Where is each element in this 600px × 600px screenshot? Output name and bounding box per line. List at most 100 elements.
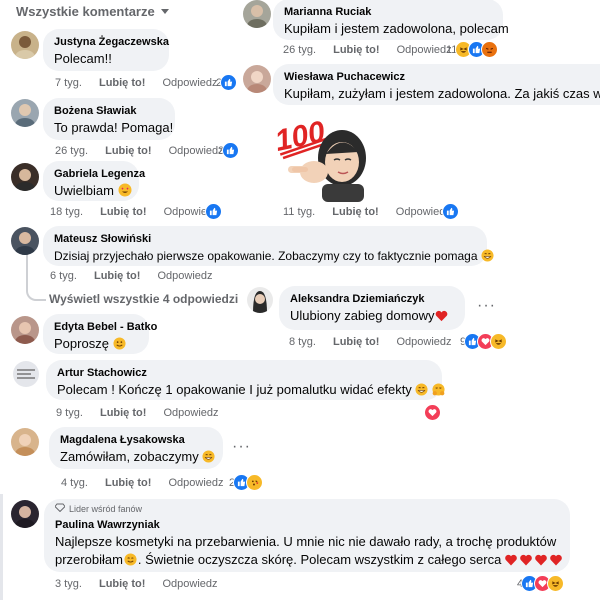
comment-actions: 8 tyg. Lubię to! Odpowiedz [289,336,466,348]
avatar[interactable] [13,361,39,387]
comment-bubble: Mateusz Słowiński Dzisiaj przyjechało pi… [43,226,494,266]
like-button[interactable]: Lubię to! [100,206,146,218]
avatar[interactable] [11,316,39,344]
like-button[interactable]: Lubię to! [105,477,151,489]
like-button[interactable]: Lubię to! [105,145,151,157]
comment-author[interactable]: Mateusz Słowiński [54,232,476,247]
reaction-summary[interactable]: 9 [460,333,508,350]
avatar[interactable] [247,287,273,313]
avatar[interactable] [11,500,39,528]
angry-reaction-icon [481,41,499,58]
comment-filter[interactable]: Wszystkie komentarze [16,4,170,19]
comment-text: Poproszę [54,336,109,351]
comment-bubble: Wiesława Puchacewicz Kupiłam, zużyłam i … [273,64,600,105]
avatar[interactable] [243,0,271,28]
reply-button[interactable]: Odpowiedz [169,145,224,157]
comment-text: Ulubiony zabieg domowy [290,308,435,323]
comment-actions: 9 tyg. Lubię to! Odpowiedz [56,407,233,419]
reply-button[interactable]: Odpowiedz [157,270,212,282]
reaction-summary[interactable] [442,203,459,220]
view-replies-link[interactable]: Wyświetl wszystkie 4 odpowiedzi [49,292,238,306]
avatar[interactable] [11,31,39,59]
avatar[interactable] [243,65,271,93]
comment-author[interactable]: Bożena Sławiak [54,104,164,119]
like-button[interactable]: Lubię to! [100,407,146,419]
comment-time[interactable]: 3 tyg. [55,578,82,590]
grinning-emoji-icon [415,383,428,401]
comment-time[interactable]: 26 tyg. [283,44,316,56]
comment-filter-label: Wszystkie komentarze [16,4,155,19]
comment-text: To prawda! Pomaga! [54,120,174,135]
like-reaction-icon [220,74,238,91]
comment-author[interactable]: Marianna Ruciak [284,5,492,20]
reply-button[interactable]: Odpowiedz [162,77,217,89]
comment-author[interactable]: Magdalena Łysakowska [60,433,212,448]
comment-bubble: Edyta Bebel - Batko Poproszę [43,314,157,354]
more-options-icon[interactable]: ··· [232,438,251,456]
comment-divider [0,494,3,600]
comment-author[interactable]: Gabriela Legenza [54,167,145,182]
more-options-icon[interactable]: ··· [477,297,496,315]
comment-time[interactable]: 8 tyg. [289,336,316,348]
comment-time[interactable]: 26 tyg. [55,145,88,157]
grinning-emoji-icon [202,450,215,468]
comment-text: Polecam!! [54,51,112,66]
comment-text: Uwielbiam [54,183,114,198]
comment-bubble: Marianna Ruciak Kupiłam i jestem zadowol… [273,0,509,40]
sticker-100-image: 100 [270,110,374,202]
like-button[interactable]: Lubię to! [94,270,140,282]
comment-bubble: Bożena Sławiak To prawda! Pomaga! [43,98,175,140]
red-heart-emoji-icon [435,309,448,327]
comment-author[interactable]: Paulina Wawrzyniak [55,518,559,533]
comment-author[interactable]: Artur Stachowicz [57,366,431,381]
comment-time[interactable]: 18 tyg. [50,206,83,218]
comment-time[interactable]: 7 tyg. [55,77,82,89]
comment-text-line-2b: . Świetnie oczyszcza skórę. Polecam wszy… [137,552,502,567]
comment-text: Kupiłam i jestem zadowolona, polecam [284,21,509,36]
avatar[interactable] [11,99,39,127]
comment-bubble: Gabriela Legenza Uwielbiam [43,161,145,201]
kiss-reaction-icon [246,474,264,491]
haha-reaction-icon [547,575,565,592]
comment-time[interactable]: 9 tyg. [56,407,83,419]
smiling-emoji-icon [124,553,137,571]
like-button[interactable]: Lubię to! [333,336,379,348]
grinning-emoji-icon [481,249,494,267]
comment-author[interactable]: Aleksandra Dziemiańczyk [290,292,454,307]
reaction-summary[interactable] [205,203,222,220]
comment-author[interactable]: Justyna Żegaczewska [54,35,169,50]
comment-time[interactable]: 6 tyg. [50,270,77,282]
reply-button[interactable]: Odpowiedz [168,477,223,489]
like-button[interactable]: Lubię to! [99,578,145,590]
reaction-summary[interactable]: 3 [218,142,240,159]
comment-author[interactable]: Edyta Bebel - Batko [54,320,157,335]
avatar[interactable] [11,163,39,191]
comment-text: Zamówiłam, zobaczymy [60,449,199,464]
like-button[interactable]: Lubię to! [333,44,379,56]
reaction-summary[interactable] [424,404,441,421]
reply-button[interactable]: Odpowiedz [162,578,217,590]
like-button[interactable]: Lubię to! [332,206,378,218]
avatar[interactable] [11,227,39,255]
reply-button[interactable]: Odpowiedz [396,336,451,348]
diamond-icon [54,503,66,514]
comment-author[interactable]: Wiesława Puchacewicz [284,70,600,85]
reaction-summary[interactable]: 2 [229,474,264,491]
reaction-summary[interactable]: 2 [216,74,238,91]
reaction-summary[interactable]: 4 [517,575,565,592]
reaction-summary[interactable]: 11 [446,41,499,58]
like-button[interactable]: Lubię to! [99,77,145,89]
haha-reaction-icon [490,333,508,350]
comment-time[interactable]: 4 tyg. [61,477,88,489]
comment-time[interactable]: 11 tyg. [283,206,315,218]
comment-actions: 6 tyg. Lubię to! Odpowiedz [50,270,227,282]
comment-actions: 26 tyg. Lubię to! Odpowiedz [283,44,466,56]
caret-down-icon [160,4,170,19]
comment-actions: 11 tyg. Lubię to! Odpowiedz [283,206,465,218]
reply-button[interactable]: Odpowiedz [163,407,218,419]
comment-actions: 3 tyg. Lubię to! Odpowiedz [55,578,232,590]
reply-button[interactable]: Odpowiedz [397,44,452,56]
comment-text: Kupiłam, zużyłam i jestem zadowolona. Za… [284,86,600,101]
avatar[interactable] [11,428,39,456]
like-reaction-icon [442,203,459,220]
